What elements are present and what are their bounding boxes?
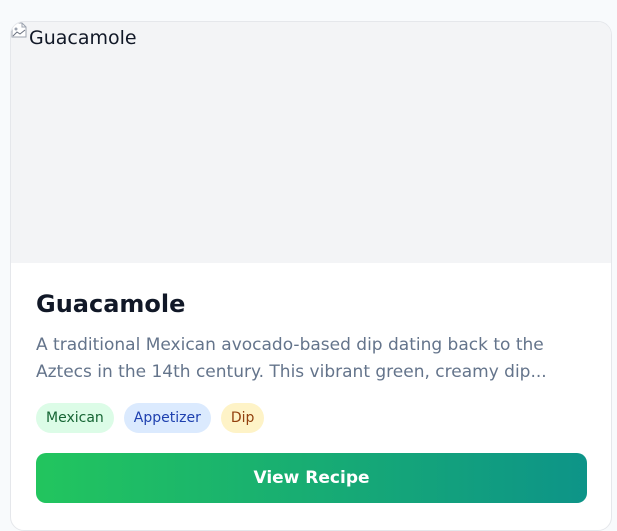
broken-image-icon — [11, 22, 27, 38]
tag-dip: Dip — [220, 403, 265, 433]
recipe-description: A traditional Mexican avocado-based dip … — [36, 335, 547, 382]
tag-mexican: Mexican — [36, 403, 114, 433]
tag-list: Mexican Appetizer Dip — [36, 403, 265, 433]
view-recipe-button[interactable]: View Recipe — [36, 453, 587, 503]
tag-appetizer: Appetizer — [123, 403, 211, 433]
recipe-title: Guacamole — [36, 290, 186, 318]
image-alt-text: Guacamole — [29, 27, 137, 49]
broken-image: Guacamole — [11, 22, 137, 53]
recipe-card: Guacamole Guacamole A traditional Mexica… — [10, 21, 612, 531]
recipe-image: Guacamole — [11, 22, 611, 263]
